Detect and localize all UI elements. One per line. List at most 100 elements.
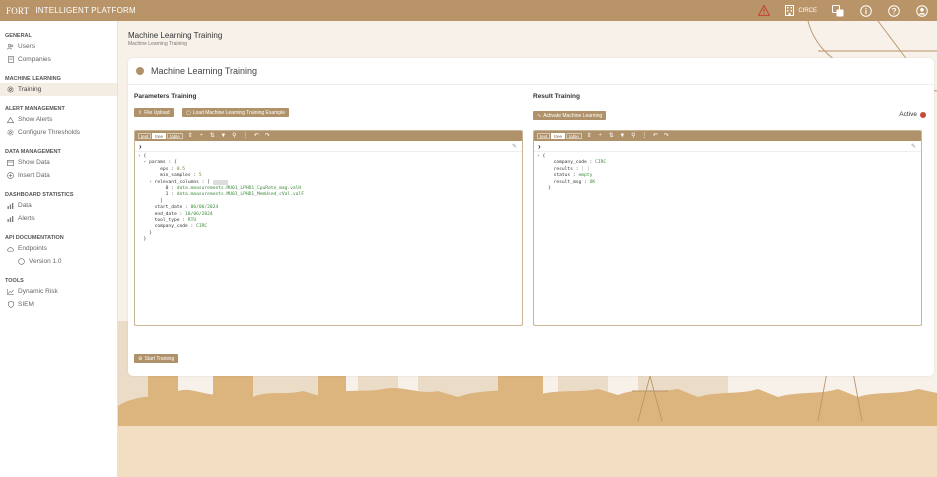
collapse-all-icon[interactable]: ÷ bbox=[597, 133, 604, 140]
mode-table-button[interactable]: table bbox=[167, 133, 183, 139]
breadcrumb[interactable]: Machine Learning Training bbox=[128, 41, 187, 47]
collapse-all-icon[interactable]: ÷ bbox=[198, 133, 205, 140]
info-icon[interactable] bbox=[859, 4, 873, 18]
line-chart-icon bbox=[7, 288, 14, 295]
main-content: Machine Learning Training Machine Learni… bbox=[118, 21, 937, 477]
mode-table-button[interactable]: table bbox=[566, 133, 582, 139]
undo-icon[interactable]: ↶ bbox=[253, 133, 260, 140]
parameters-tree[interactable]: ▾ { ▾ params : { eps : 0.5 min_samples :… bbox=[135, 152, 522, 246]
more-icon[interactable]: ⋮ bbox=[242, 133, 249, 140]
value-tool-type[interactable]: RTU bbox=[188, 218, 196, 223]
sidebar-item-label: Training bbox=[18, 86, 42, 93]
value-column-0[interactable]: data.measurements.MU01_LPHD1_CpuRate_mag… bbox=[177, 186, 301, 191]
sidebar-item-users[interactable]: Users bbox=[0, 40, 117, 53]
chevron-right-icon[interactable]: › bbox=[538, 142, 541, 151]
brand-logo: FORT bbox=[6, 5, 30, 16]
warning-icon[interactable] bbox=[757, 4, 771, 18]
result-tree[interactable]: ▾ { company_code : CIRC results : [ ] st… bbox=[534, 152, 921, 194]
brand[interactable]: FORT INTELLIGENT PLATFORM bbox=[0, 6, 136, 16]
sidebar-item-label: Configure Thresholds bbox=[18, 129, 81, 136]
expand-all-icon[interactable]: ⇕ bbox=[187, 133, 194, 140]
mode-tree-button[interactable]: tree bbox=[152, 133, 167, 139]
sidebar-item-insert-data[interactable]: Insert Data bbox=[0, 169, 117, 182]
bar-chart-icon bbox=[7, 202, 14, 209]
parameters-json-editor[interactable]: text tree table ⇕ ÷ ⇅ ▼ ⚲ ⋮ ↶ ↷ › ✎ ▾ { … bbox=[134, 130, 523, 326]
editor-nav: › ✎ bbox=[135, 141, 522, 152]
sidebar-item-companies[interactable]: Companies bbox=[0, 53, 117, 66]
gear-icon: ⚙ bbox=[138, 355, 143, 362]
redo-icon[interactable]: ↷ bbox=[264, 133, 271, 140]
edit-icon[interactable]: ✎ bbox=[512, 143, 517, 150]
activate-ml-button[interactable]: ∿ Activate Machine Learning bbox=[533, 111, 607, 120]
sidebar-item-label: SIEM bbox=[18, 301, 34, 308]
load-example-button[interactable]: ▢ Load Machine Learning Training Example bbox=[182, 108, 290, 117]
gear-icon bbox=[136, 67, 144, 75]
shield-icon bbox=[7, 301, 14, 308]
sidebar-item-label: Companies bbox=[18, 56, 51, 63]
value-company-code[interactable]: CIRC bbox=[196, 224, 207, 229]
value-min-samples[interactable]: 5 bbox=[199, 173, 202, 178]
card-header: Machine Learning Training bbox=[136, 66, 257, 76]
help-icon[interactable] bbox=[887, 4, 901, 18]
user-avatar-icon[interactable] bbox=[915, 4, 929, 18]
sidebar-item-data[interactable]: Data bbox=[0, 199, 117, 212]
warning-icon bbox=[7, 116, 14, 123]
activate-ml-label: Activate Machine Learning bbox=[543, 112, 603, 119]
sidebar-item-siem[interactable]: SIEM bbox=[0, 298, 117, 311]
chevron-right-icon[interactable]: › bbox=[139, 142, 142, 151]
sidebar-section-tools: TOOLS bbox=[5, 278, 24, 284]
sidebar-item-show-alerts[interactable]: Show Alerts bbox=[0, 113, 117, 126]
sidebar-item-label: Show Alerts bbox=[18, 116, 53, 123]
value-end-date[interactable]: 10/06/2024 bbox=[185, 212, 213, 217]
search-icon[interactable]: ⚲ bbox=[231, 133, 238, 140]
sidebar-section-machine-learning: MACHINE LEARNING bbox=[5, 76, 61, 82]
sidebar-item-dynamic-risk[interactable]: Dynamic Risk bbox=[0, 285, 117, 298]
sort-icon[interactable]: ⇅ bbox=[608, 133, 615, 140]
undo-icon[interactable]: ↶ bbox=[652, 133, 659, 140]
edit-icon[interactable]: ✎ bbox=[911, 143, 916, 150]
value-result-msg[interactable]: OK bbox=[590, 180, 596, 185]
value-result-status[interactable]: empty bbox=[579, 173, 593, 178]
status-label: Active bbox=[899, 111, 917, 118]
org-selector[interactable]: CIRCE bbox=[785, 5, 817, 16]
training-card: Machine Learning Training Parameters Tra… bbox=[128, 58, 934, 376]
page-title: Machine Learning Training bbox=[128, 31, 223, 40]
sort-icon[interactable]: ⇅ bbox=[209, 133, 216, 140]
gear-icon bbox=[7, 129, 14, 136]
sidebar-item-label: Dynamic Risk bbox=[18, 288, 58, 295]
sidebar-item-label: Users bbox=[18, 43, 35, 50]
more-icon[interactable]: ⋮ bbox=[641, 133, 648, 140]
value-start-date[interactable]: 06/06/2024 bbox=[191, 205, 219, 210]
search-icon[interactable]: ⚲ bbox=[630, 133, 637, 140]
load-example-label: Load Machine Learning Training Example bbox=[192, 109, 286, 116]
plus-circle-icon bbox=[7, 172, 14, 179]
translate-icon[interactable] bbox=[831, 4, 845, 18]
editor-nav: › ✎ bbox=[534, 141, 921, 152]
redo-icon[interactable]: ↷ bbox=[663, 133, 670, 140]
building-icon bbox=[785, 5, 795, 16]
sidebar-item-endpoints[interactable]: Endpoints bbox=[0, 242, 117, 255]
mode-text-button[interactable]: text bbox=[138, 133, 152, 139]
sidebar-section-dashboard-statistics: DASHBOARD STATISTICS bbox=[5, 192, 74, 198]
mode-text-button[interactable]: text bbox=[537, 133, 551, 139]
sidebar-item-training[interactable]: Training bbox=[0, 83, 117, 96]
sidebar-item-configure-thresholds[interactable]: Configure Thresholds bbox=[0, 126, 117, 139]
start-training-button[interactable]: ⚙ Start Training bbox=[134, 354, 179, 363]
sidebar-item-label: Insert Data bbox=[18, 172, 50, 179]
result-json-editor[interactable]: text tree table ⇕ ÷ ⇅ ▼ ⚲ ⋮ ↶ ↷ › ✎ ▾ { … bbox=[533, 130, 922, 326]
upload-icon: ⇪ bbox=[138, 109, 143, 116]
file-upload-button[interactable]: ⇪ File Upload bbox=[134, 108, 174, 117]
sidebar-item-show-data[interactable]: Show Data bbox=[0, 156, 117, 169]
filter-icon[interactable]: ▼ bbox=[220, 133, 227, 140]
cloud-icon bbox=[7, 245, 14, 252]
expand-all-icon[interactable]: ⇕ bbox=[586, 133, 593, 140]
value-column-1[interactable]: data.measurements.MU01_LPHD1_MemUsed_cVa… bbox=[177, 192, 304, 197]
parameters-title: Parameters Training bbox=[134, 93, 197, 100]
sidebar-item-version[interactable]: Version 1.0 bbox=[0, 255, 117, 268]
value-result-company-code[interactable]: CIRC bbox=[595, 160, 606, 165]
sidebar-item-alerts[interactable]: Alerts bbox=[0, 212, 117, 225]
value-eps[interactable]: 0.5 bbox=[177, 167, 185, 172]
filter-icon[interactable]: ▼ bbox=[619, 133, 626, 140]
mode-tree-button[interactable]: tree bbox=[551, 133, 566, 139]
sidebar-item-label: Data bbox=[18, 202, 32, 209]
